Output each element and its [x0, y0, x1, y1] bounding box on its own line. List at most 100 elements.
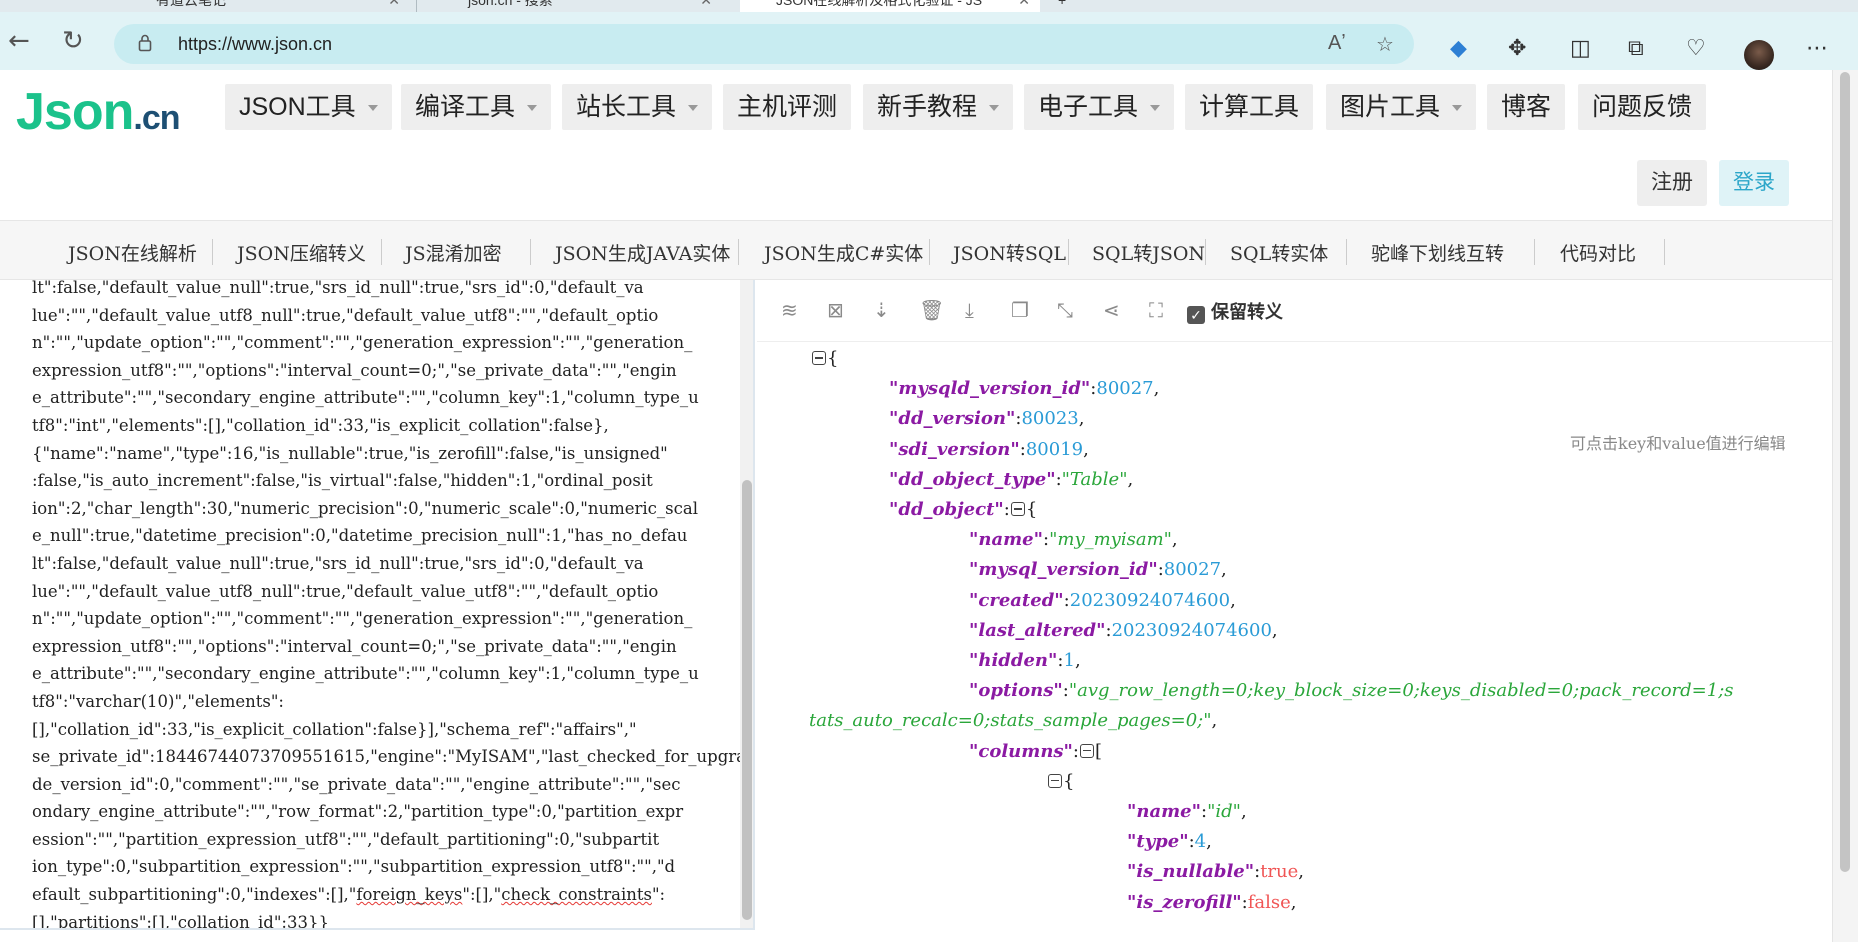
- subnav-json-csharp[interactable]: JSON生成C#实体: [764, 239, 923, 266]
- json-tree-line[interactable]: "hidden":1,: [969, 646, 1081, 676]
- subnav-json-java[interactable]: JSON生成JAVA实体: [555, 239, 730, 266]
- json-value[interactable]: 1: [1063, 650, 1074, 671]
- json-value[interactable]: 80027: [1164, 559, 1221, 580]
- address-bar[interactable]: https://www.json.cn Aʼ ☆: [114, 24, 1414, 64]
- subnav-code-diff[interactable]: 代码对比: [1560, 239, 1636, 266]
- split-screen-icon[interactable]: ◫: [1570, 38, 1591, 60]
- new-tab-icon[interactable]: +: [1050, 0, 1080, 12]
- copy-icon[interactable]: ❐: [1011, 300, 1029, 320]
- json-tree-line[interactable]: "dd_object": {: [889, 495, 1037, 525]
- fullscreen-icon[interactable]: ⛶: [1149, 300, 1163, 320]
- checkbox-checked-icon[interactable]: ✓: [1187, 306, 1205, 324]
- json-key[interactable]: "dd_object_type": [889, 469, 1056, 490]
- login-button[interactable]: 登录: [1719, 160, 1789, 206]
- json-key[interactable]: "dd_version": [889, 408, 1015, 429]
- delete-icon[interactable]: 🗑: [919, 300, 944, 320]
- input-scrollbar[interactable]: [740, 280, 753, 928]
- json-value[interactable]: 80019: [1026, 439, 1083, 460]
- json-value[interactable]: 20230924074600: [1070, 590, 1230, 611]
- menu-blog[interactable]: 博客: [1487, 84, 1566, 130]
- keep-escape-checkbox[interactable]: ✓ 保留转义: [1187, 298, 1283, 324]
- subnav-json-compress[interactable]: JSON压缩转义: [237, 239, 366, 266]
- tab-close-icon[interactable]: ✕: [700, 0, 712, 12]
- subnav-camel-convert[interactable]: 驼峰下划线互转: [1371, 239, 1504, 266]
- menu-feedback[interactable]: 问题反馈: [1578, 84, 1707, 130]
- json-tree-line[interactable]: "name":"my_myisam",: [969, 525, 1178, 555]
- url-text[interactable]: https://www.json.cn: [178, 34, 332, 55]
- scrollbar-thumb[interactable]: [742, 480, 752, 920]
- json-tree-line[interactable]: "is_zerofill":false,: [1127, 888, 1297, 918]
- json-value[interactable]: 4: [1195, 831, 1206, 852]
- favorite-icon[interactable]: ☆: [1376, 32, 1394, 57]
- menu-electronic-tools[interactable]: 电子工具: [1024, 84, 1175, 130]
- json-value[interactable]: "id": [1207, 801, 1241, 822]
- json-tree-line[interactable]: {: [1047, 767, 1074, 797]
- menu-json-tools[interactable]: JSON工具: [225, 84, 392, 130]
- json-key[interactable]: "name": [1127, 801, 1201, 822]
- json-tree-line[interactable]: tats_auto_recalc=0;stats_sample_pages=0;…: [809, 706, 1217, 736]
- json-tree-line[interactable]: "options":"avg_row_length=0;key_block_si…: [969, 676, 1734, 706]
- json-tree-line[interactable]: "dd_object_type":"Table",: [889, 465, 1133, 495]
- collections-icon[interactable]: ⧉: [1628, 38, 1644, 60]
- json-key[interactable]: "columns": [969, 741, 1073, 762]
- back-icon[interactable]: ←: [8, 28, 30, 54]
- json-value[interactable]: "Table": [1062, 469, 1128, 490]
- collapse-icon[interactable]: [1010, 502, 1025, 516]
- json-key[interactable]: "sdi_version": [889, 439, 1020, 460]
- browser-tab[interactable]: 有道云笔记 ✕: [120, 0, 410, 12]
- json-tree-line[interactable]: "mysqld_version_id":80027,: [889, 374, 1159, 404]
- register-button[interactable]: 注册: [1637, 160, 1707, 206]
- download-icon[interactable]: ⤓: [965, 300, 974, 320]
- json-key[interactable]: "hidden": [969, 650, 1057, 671]
- lock-icon[interactable]: [138, 34, 152, 52]
- json-tree-line[interactable]: "name":"id",: [1127, 797, 1247, 827]
- json-tree-line[interactable]: {: [811, 344, 838, 374]
- json-tree-line[interactable]: "mysql_version_id":80027,: [969, 555, 1227, 585]
- json-value[interactable]: "my_myisam": [1049, 529, 1172, 550]
- more-icon[interactable]: ⋯: [1806, 38, 1828, 60]
- json-tree-line[interactable]: "is_nullable":true,: [1127, 857, 1304, 887]
- json-key[interactable]: "mysqld_version_id": [889, 378, 1090, 399]
- json-value[interactable]: tats_auto_recalc=0;stats_sample_pages=0;…: [809, 710, 1212, 731]
- json-key[interactable]: "created": [969, 590, 1064, 611]
- puzzle-icon[interactable]: ✥: [1508, 38, 1526, 60]
- json-key[interactable]: "dd_object": [889, 499, 1004, 520]
- refresh-icon[interactable]: ↻: [62, 28, 84, 54]
- menu-image-tools[interactable]: 图片工具: [1326, 84, 1477, 130]
- json-key[interactable]: "last_altered": [969, 620, 1106, 641]
- subnav-sql-entity[interactable]: SQL转实体: [1230, 239, 1328, 266]
- json-value[interactable]: false: [1248, 892, 1291, 913]
- json-key[interactable]: "is_zerofill": [1127, 892, 1242, 913]
- menu-tutorials[interactable]: 新手教程: [863, 84, 1014, 130]
- json-value[interactable]: 80023: [1021, 408, 1078, 429]
- site-logo[interactable]: Json.cn: [16, 80, 181, 150]
- read-aloud-icon[interactable]: Aʼ: [1328, 32, 1346, 55]
- json-key[interactable]: "type": [1127, 831, 1189, 852]
- browser-tab-active[interactable]: JSON在线解析及格式化验证 - JS ✕: [740, 0, 1040, 12]
- json-input-text[interactable]: lt":false,"default_value_null":true,"srs…: [32, 280, 746, 928]
- sort-icon[interactable]: ⇣: [873, 300, 890, 320]
- performance-icon[interactable]: ♡: [1686, 38, 1706, 60]
- json-tree-view[interactable]: { "mysqld_version_id":80027, "dd_version":…: [757, 342, 1817, 942]
- json-tree-line[interactable]: "last_altered":20230924074600,: [969, 616, 1278, 646]
- excel-icon[interactable]: ⊠: [827, 300, 844, 320]
- json-key[interactable]: "name": [969, 529, 1043, 550]
- scrollbar-thumb[interactable]: [1840, 72, 1850, 872]
- tab-close-icon[interactable]: ✕: [388, 0, 400, 12]
- json-tree-line[interactable]: "type":4,: [1127, 827, 1212, 857]
- menu-compile-tools[interactable]: 编译工具: [401, 84, 552, 130]
- collapse-icon[interactable]: [1080, 743, 1094, 758]
- compress-icon[interactable]: ⤡: [1057, 300, 1073, 320]
- collapse-icon[interactable]: [812, 351, 826, 365]
- tab-close-icon[interactable]: ✕: [1018, 0, 1030, 12]
- json-key[interactable]: "mysql_version_id": [969, 559, 1158, 580]
- json-value[interactable]: 80027: [1096, 378, 1153, 399]
- json-tree-line[interactable]: "dd_version":80023,: [889, 404, 1084, 434]
- json-tree-line[interactable]: "sdi_version":80019,: [889, 435, 1089, 465]
- database-icon[interactable]: ≋: [781, 300, 798, 320]
- json-value[interactable]: 20230924074600: [1112, 620, 1272, 641]
- subnav-sql-json[interactable]: SQL转JSON: [1092, 239, 1205, 266]
- share-icon[interactable]: ⋖: [1103, 300, 1120, 320]
- menu-calc-tools[interactable]: 计算工具: [1185, 84, 1314, 130]
- json-tree-line[interactable]: "created":20230924074600,: [969, 586, 1236, 616]
